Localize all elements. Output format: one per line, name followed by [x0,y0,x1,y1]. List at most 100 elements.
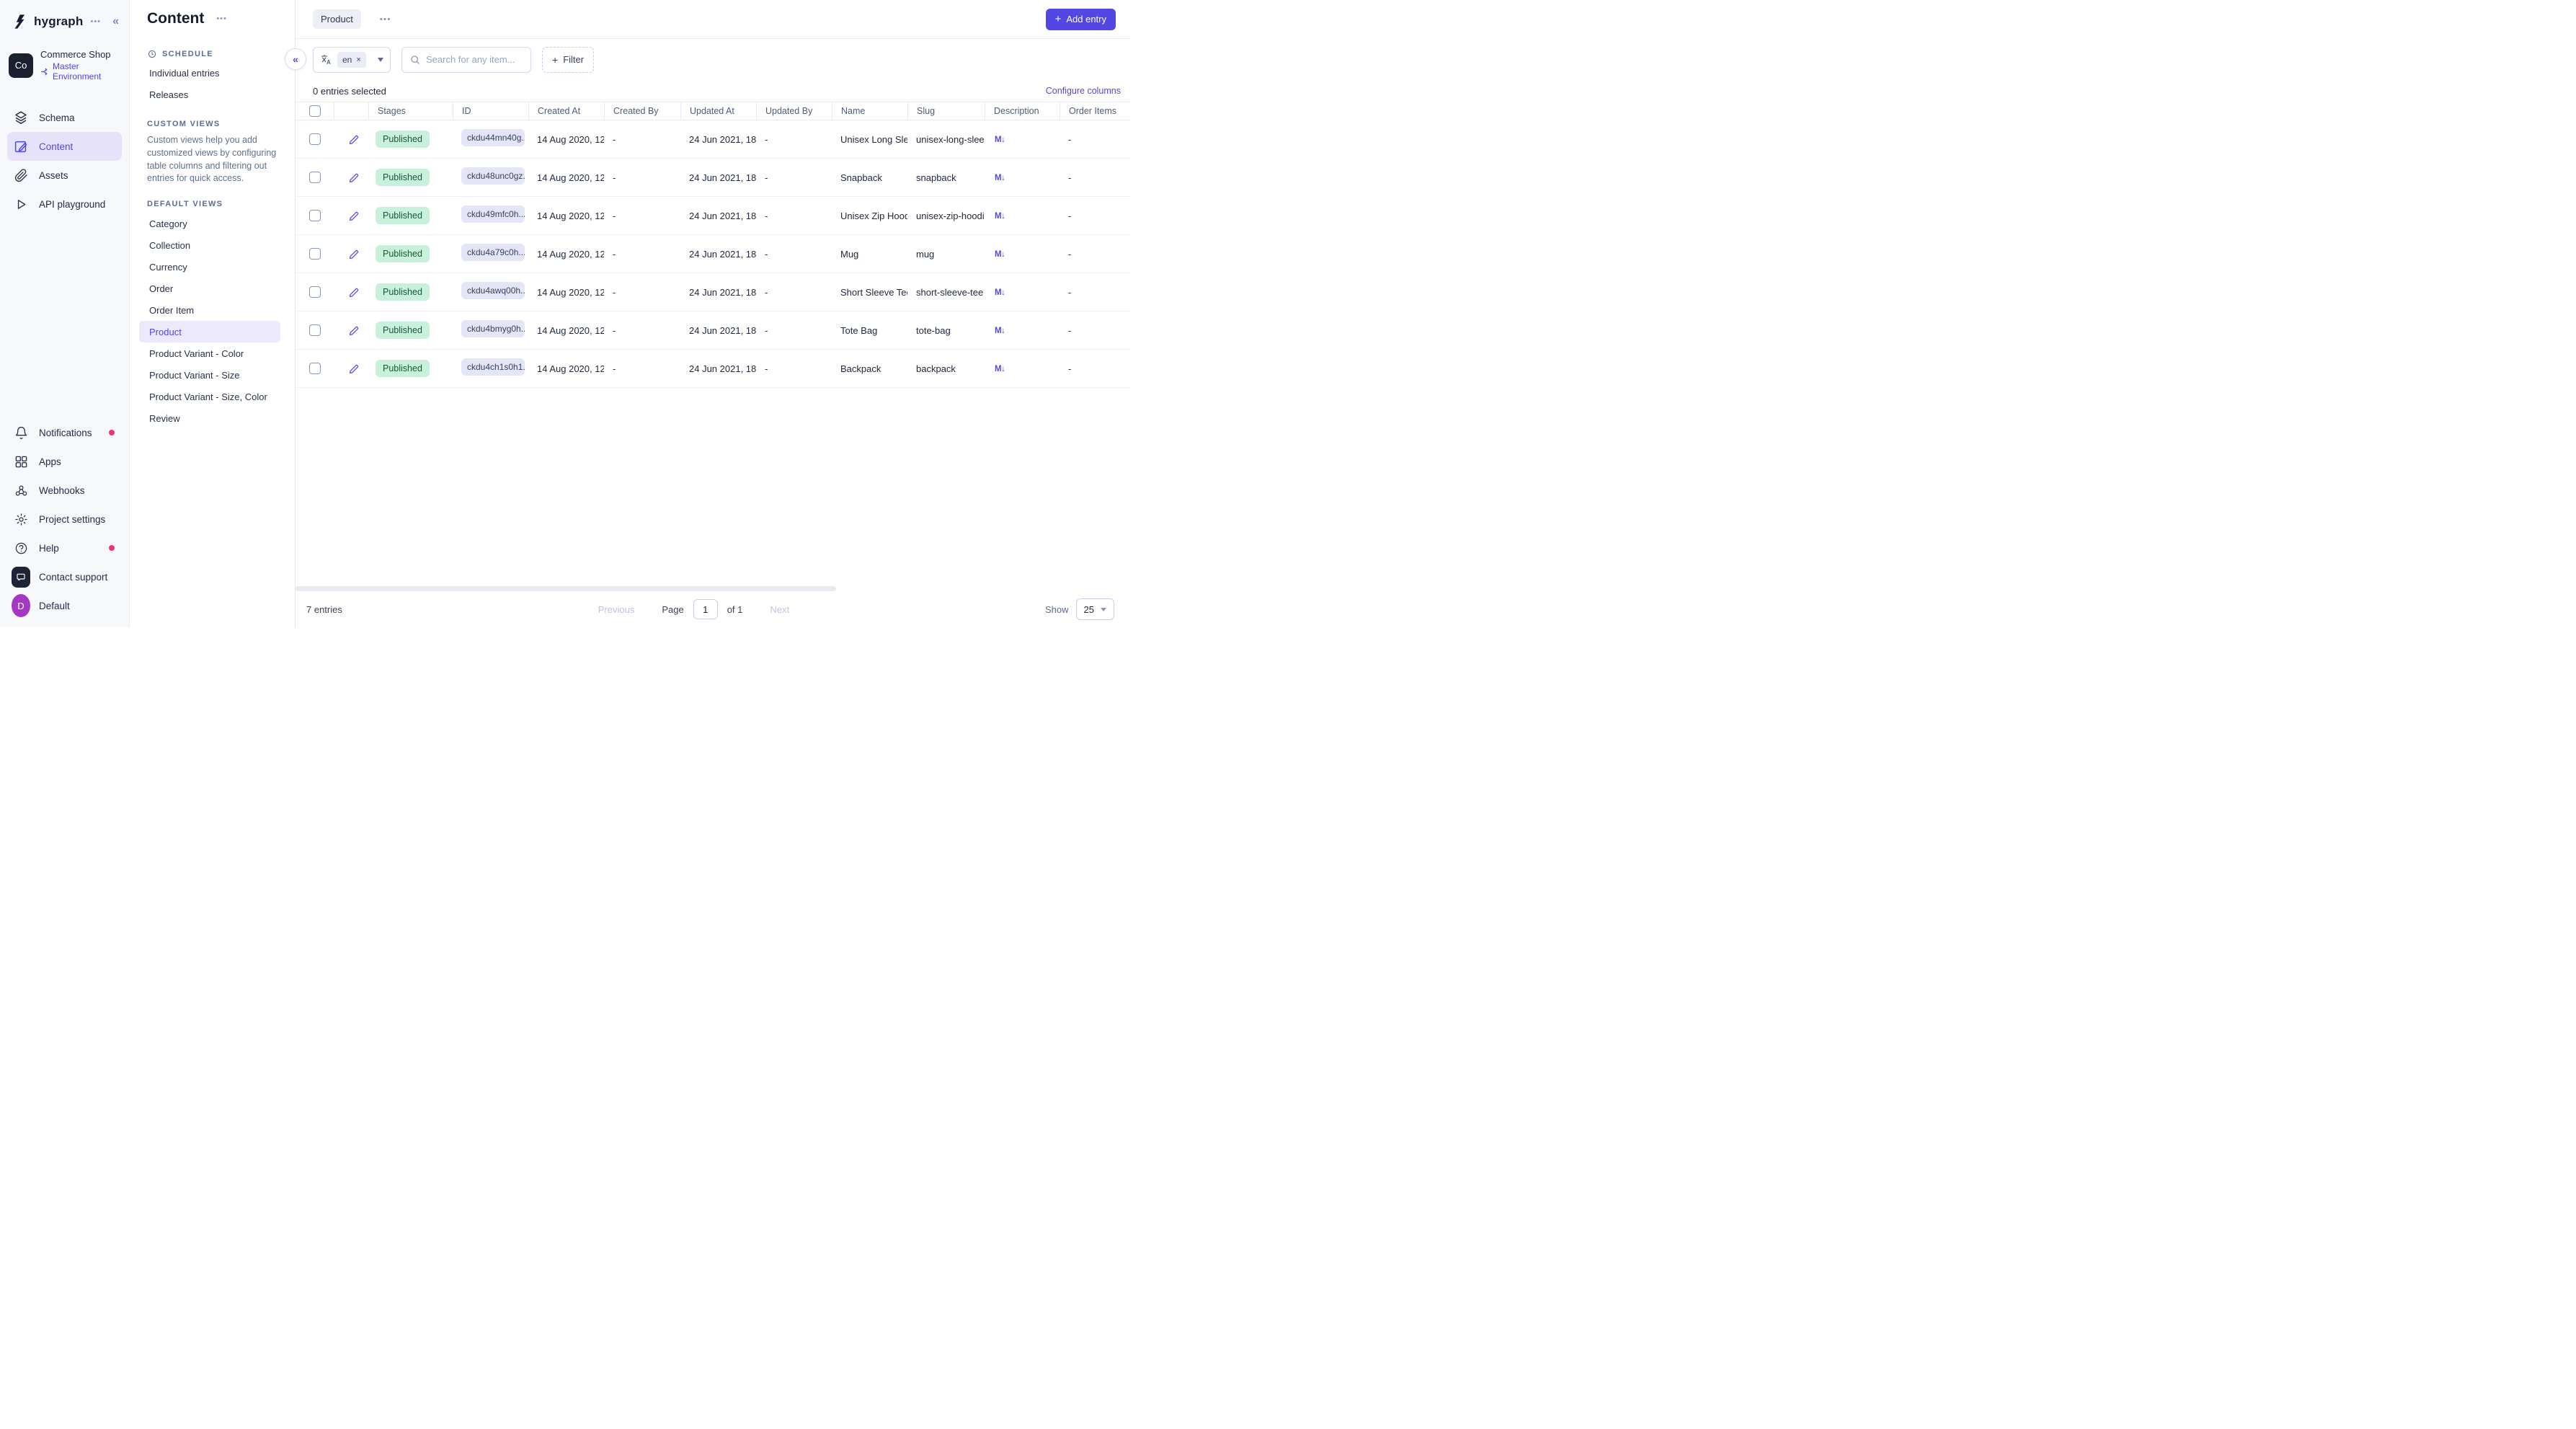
sidebar-item-apps[interactable]: Apps [7,447,122,476]
row-checkbox[interactable] [309,324,321,336]
stage-badge: Published [376,245,430,262]
view-item-product-variant-size[interactable]: Product Variant - Size [139,364,280,386]
column-header-id[interactable]: ID [453,102,528,120]
stage-badge: Published [376,130,430,148]
sidebar-item-api-playground[interactable]: API playground [7,190,122,218]
row-checkbox[interactable] [309,133,321,145]
column-header-created-by[interactable]: Created By [604,102,680,120]
edit-icon[interactable] [348,172,360,184]
column-header-name[interactable]: Name [832,102,907,120]
search-input[interactable] [426,54,523,65]
view-item-product-variant-color[interactable]: Product Variant - Color [139,342,280,364]
schema-icon [12,107,30,128]
table-row[interactable]: Published ckdu4bmyg0h... 14 Aug 2020, 12… [296,311,1130,350]
column-header-stages[interactable]: Stages [368,102,453,120]
locale-select[interactable]: A en × [313,47,391,73]
markdown-icon: M↓ [995,250,1005,259]
schedule-item-releases[interactable]: Releases [147,84,280,105]
column-header-order-items[interactable]: Order Items [1060,102,1130,120]
row-checkbox[interactable] [309,363,321,374]
entries-count: 7 entries [306,604,342,615]
schedule-item-individual-entries[interactable]: Individual entries [147,62,280,84]
sidebar-item-webhooks[interactable]: Webhooks [7,476,122,505]
sidebar-item-label: Assets [39,170,68,181]
previous-page-button[interactable]: Previous [598,604,635,615]
table-row[interactable]: Published ckdu49mfc0h... 14 Aug 2020, 12… [296,197,1130,235]
row-checkbox[interactable] [309,172,321,183]
next-page-button[interactable]: Next [770,604,789,615]
bell-icon [12,422,30,443]
table-row[interactable]: Published ckdu48unc0gz... 14 Aug 2020, 1… [296,159,1130,197]
table-row[interactable]: Published ckdu44mn40g... 14 Aug 2020, 12… [296,120,1130,159]
sidebar-item-schema[interactable]: Schema [7,103,122,132]
sidebar-collapse-icon[interactable]: « [112,15,119,28]
remove-locale-icon[interactable]: × [356,56,360,64]
plus-icon: + [1055,13,1062,25]
paperclip-icon [12,165,30,185]
show-label: Show [1045,604,1069,615]
project-switcher[interactable]: Co Commerce Shop Master Environment [0,49,129,81]
edit-icon[interactable] [348,210,360,222]
sidebar-item-label: Schema [39,112,75,123]
row-checkbox[interactable] [309,248,321,260]
select-all-checkbox[interactable] [309,105,321,117]
model-menu-dots-icon[interactable]: ••• [380,15,391,24]
view-item-currency[interactable]: Currency [139,256,280,278]
name-cell: Snapback [832,172,907,183]
add-entry-button[interactable]: + Add entry [1046,9,1116,30]
horizontal-scrollbar[interactable] [296,586,836,591]
edit-icon[interactable] [348,286,360,298]
created-by-cell: - [604,211,680,221]
updated-by-cell: - [756,172,832,183]
row-checkbox[interactable] [309,210,321,221]
filter-toolbar: « A en × + Filter [296,39,1130,80]
add-filter-button[interactable]: + Filter [542,47,594,73]
column-header-updated-at[interactable]: Updated At [680,102,756,120]
content-views-panel: Content ••• SCHEDULE Individual entries … [130,0,296,627]
hygraph-logo-icon [13,13,29,30]
page-number-input[interactable] [693,599,718,619]
edit-icon[interactable] [348,248,360,260]
column-header-slug[interactable]: Slug [907,102,985,120]
entry-id-chip: ckdu49mfc0h... [461,205,525,223]
view-item-order[interactable]: Order [139,278,280,299]
content-menu-dots-icon[interactable]: ••• [216,14,227,23]
markdown-icon: M↓ [995,136,1005,144]
column-header-updated-by[interactable]: Updated By [756,102,832,120]
sidebar-item-default-workspace[interactable]: D Default [7,591,122,620]
view-item-product[interactable]: Product [139,321,280,342]
table-row[interactable]: Published ckdu4awq00h... 14 Aug 2020, 12… [296,273,1130,311]
page-size-select[interactable]: 25 [1076,598,1114,620]
sidebar-item-help[interactable]: Help [7,534,122,562]
workspace-menu-dots-icon[interactable]: ••• [90,17,101,26]
view-item-collection[interactable]: Collection [139,234,280,256]
column-header-description[interactable]: Description [985,102,1060,120]
default-views-list: Category Collection Currency Order Order… [139,213,280,429]
view-item-order-item[interactable]: Order Item [139,299,280,321]
sidebar-item-assets[interactable]: Assets [7,161,122,190]
model-chip[interactable]: Product [313,9,361,29]
project-avatar: Co [9,53,33,78]
search-box[interactable] [401,47,531,73]
sidebar-item-label: Default [39,601,70,611]
environment-selector[interactable]: Master Environment [40,61,120,81]
edit-icon[interactable] [348,324,360,337]
row-checkbox[interactable] [309,286,321,298]
table-row[interactable]: Published ckdu4a79c0h... 14 Aug 2020, 12… [296,235,1130,273]
edit-icon[interactable] [348,363,360,375]
sidebar-item-notifications[interactable]: Notifications [7,418,122,447]
view-item-review[interactable]: Review [139,407,280,429]
column-header-created-at[interactable]: Created At [528,102,604,120]
primary-nav: Schema Content Assets API playground [0,103,129,218]
view-item-product-variant-size-color[interactable]: Product Variant - Size, Color [139,386,280,407]
panel-collapse-button[interactable]: « [285,48,306,70]
sidebar-item-contact-support[interactable]: Contact support [7,562,122,591]
view-item-category[interactable]: Category [139,213,280,234]
table-row[interactable]: Published ckdu4ch1s0h1... 14 Aug 2020, 1… [296,350,1130,388]
edit-icon[interactable] [348,133,360,146]
configure-columns-link[interactable]: Configure columns [1046,86,1121,96]
sidebar-item-content[interactable]: Content [7,132,122,161]
sidebar-item-project-settings[interactable]: Project settings [7,505,122,534]
markdown-icon: M↓ [995,212,1005,221]
sidebar-item-label: Webhooks [39,485,85,496]
